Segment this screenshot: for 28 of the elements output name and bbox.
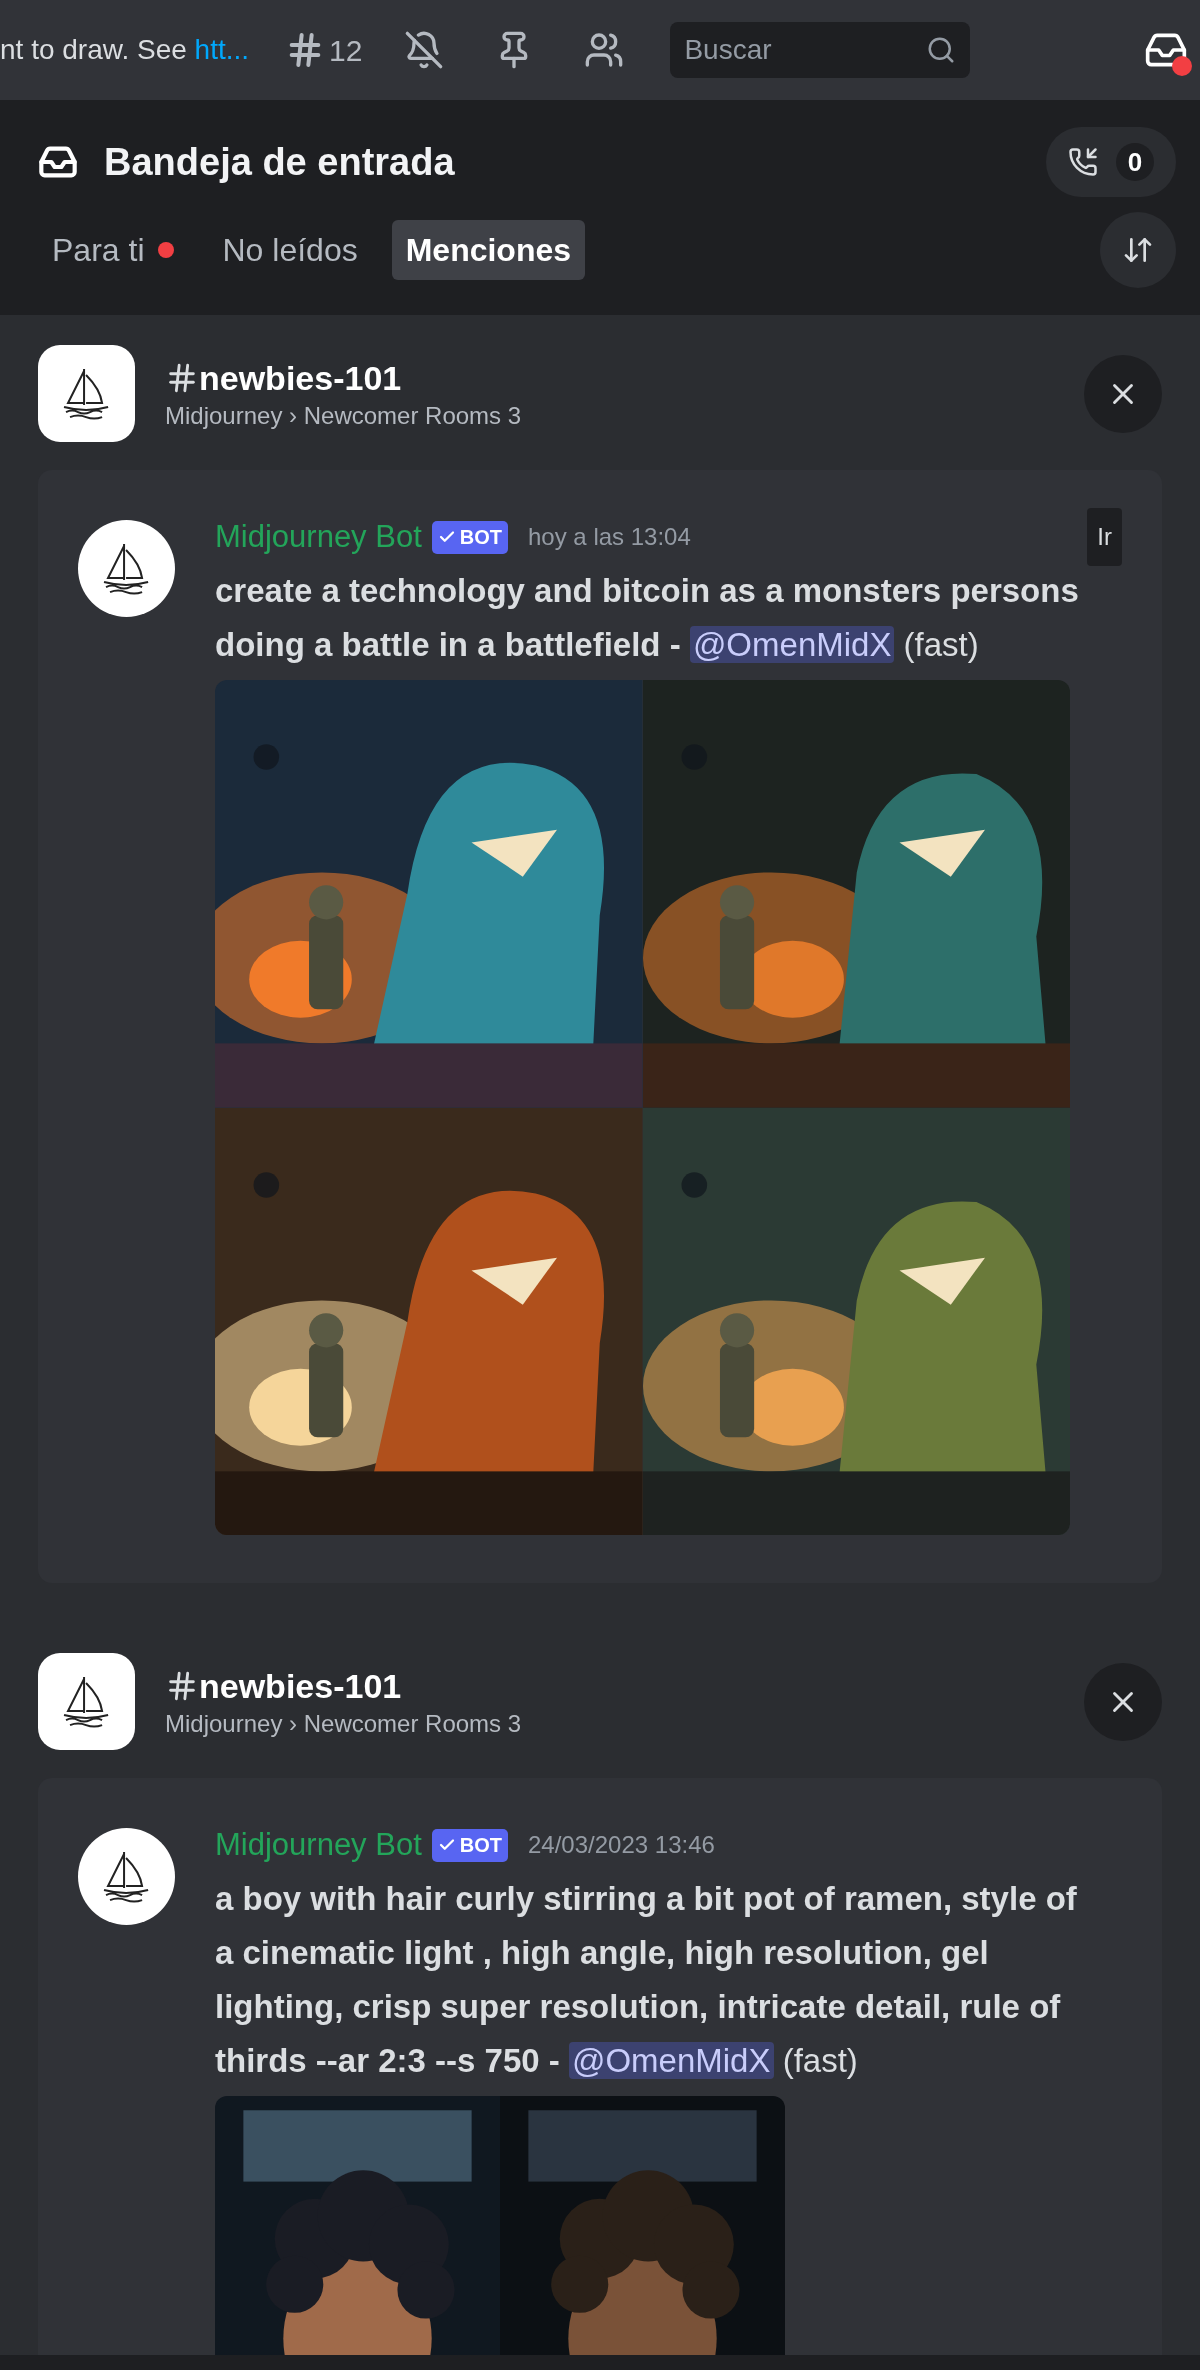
inbox-tab[interactable]: Para ti: [38, 220, 189, 280]
mention-link[interactable]: @OmenMidX: [568, 2042, 774, 2079]
message-timestamp: hoy a las 13:04: [528, 522, 691, 552]
channel-name[interactable]: newbies-101: [199, 355, 402, 400]
inbox-tab[interactable]: Menciones: [391, 220, 586, 280]
channel-path: Midjourney › Newcomer Rooms 3: [165, 400, 523, 431]
jump-button[interactable]: Ir: [1087, 508, 1122, 566]
message-timestamp: 24/03/2023 13:46: [528, 1830, 715, 1860]
topic-link[interactable]: htt...: [194, 34, 250, 65]
channel-topic: nt to draw. See htt...: [0, 33, 250, 67]
calls-count: 0: [1116, 143, 1154, 181]
inbox-title: Bandeja de entrada: [104, 139, 455, 185]
channel-name[interactable]: newbies-101: [199, 1663, 402, 1708]
threads-count: 12: [329, 32, 363, 69]
channel-path: Midjourney › Newcomer Rooms 3: [165, 1708, 523, 1739]
calls-button[interactable]: 0: [1046, 127, 1176, 197]
inbox-tab[interactable]: No leídos: [208, 220, 372, 280]
bell-off-icon[interactable]: [404, 30, 445, 70]
bot-tag: BOT: [431, 1828, 508, 1862]
message-text: a boy with hair curly stirring a bit pot of ramen, style of a cinematic light , high angle, high resolution, gel lighting, crisp super resolution, intricate detail, rule of thirds --ar 2:3 --s 750 - @OmenMidX (fast): [215, 1879, 1078, 2081]
phone-icon: [1068, 147, 1098, 177]
search-field[interactable]: Buscar: [670, 22, 971, 78]
mention-link[interactable]: @OmenMidX: [689, 626, 895, 663]
author-name[interactable]: Midjourney Bot: [215, 1821, 422, 1869]
message-text: create a technology and bitcoin as a monsters persons doing a battle in a battlefield - @OmenMidX (fast): [215, 571, 1080, 665]
bot-tag: BOT: [431, 520, 508, 554]
author-name[interactable]: Midjourney Bot: [215, 513, 422, 561]
members-icon[interactable]: [584, 30, 625, 70]
